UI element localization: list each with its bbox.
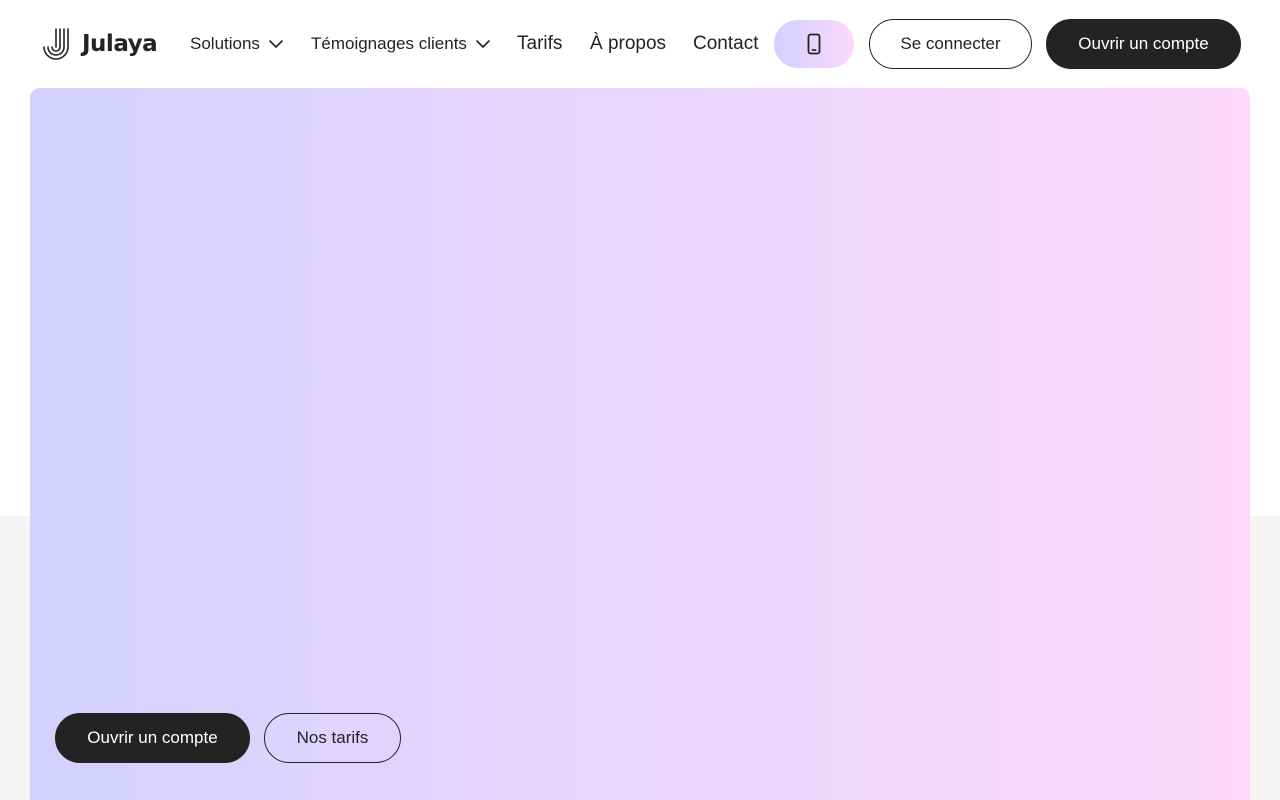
nav-a-propos[interactable]: À propos (590, 30, 666, 58)
pricing-button[interactable]: Nos tarifs (264, 713, 401, 763)
nav-a-propos-label: À propos (590, 33, 667, 54)
nav-tarifs[interactable]: Tarifs (517, 30, 562, 58)
brand-logo[interactable]: Julaya (40, 27, 158, 61)
nav-solutions[interactable]: Solutions (190, 30, 284, 58)
hero-section: Ouvrir un compte Nos tarifs (30, 88, 1250, 800)
nav-temoignages-clients[interactable]: Témoignages clients (311, 30, 491, 58)
brand-name: Julaya (82, 30, 158, 57)
chevron-down-icon (476, 40, 490, 48)
nav-temoignages-label: Témoignages clients (311, 34, 467, 53)
mobile-app-button[interactable] (774, 20, 854, 68)
site-header: Julaya Solutions Témoignages clients Tar… (0, 0, 1280, 88)
nav-solutions-label: Solutions (190, 34, 260, 53)
smartphone-icon (807, 33, 821, 55)
nav-tarifs-label: Tarifs (517, 33, 563, 54)
open-account-hero-button[interactable]: Ouvrir un compte (55, 713, 250, 763)
julaya-logo-icon (43, 28, 69, 60)
nav-contact-label: Contact (693, 33, 759, 54)
nav-contact[interactable]: Contact (693, 30, 758, 58)
chevron-down-icon (269, 40, 283, 48)
open-account-header-button[interactable]: Ouvrir un compte (1046, 19, 1241, 69)
login-button[interactable]: Se connecter (869, 19, 1032, 69)
